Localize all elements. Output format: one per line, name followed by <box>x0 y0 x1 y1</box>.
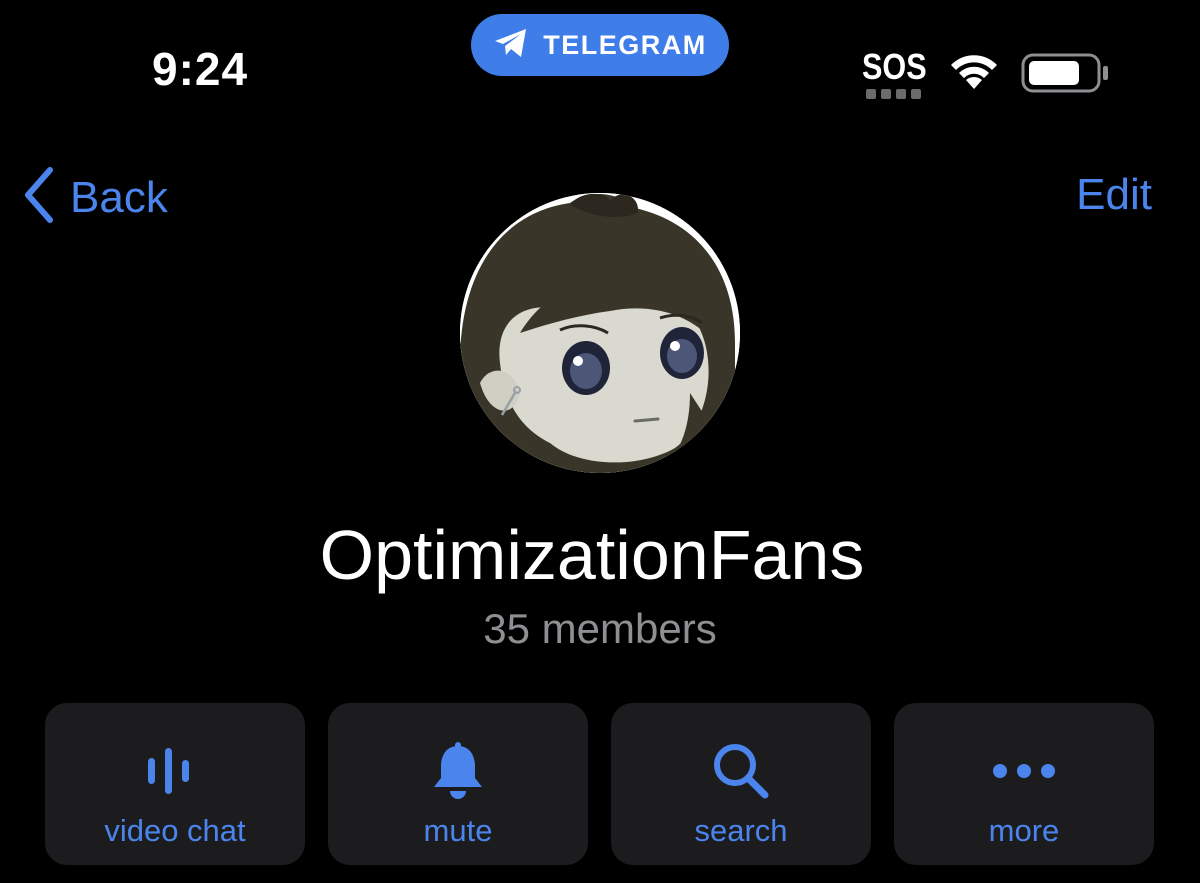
mute-button[interactable]: mute <box>328 703 588 865</box>
group-avatar[interactable] <box>460 193 740 473</box>
edit-button[interactable]: Edit <box>1076 170 1152 220</box>
search-icon <box>711 731 771 811</box>
chevron-left-icon <box>22 166 56 229</box>
back-button[interactable]: Back <box>22 166 168 229</box>
more-button[interactable]: more <box>894 703 1154 865</box>
search-button[interactable]: search <box>611 703 871 865</box>
voice-chat-icon <box>145 731 205 811</box>
action-label: more <box>988 813 1060 848</box>
action-label: search <box>694 813 788 848</box>
member-count: 35 members <box>483 605 717 652</box>
action-row: video chat mute search more <box>45 703 1154 865</box>
app-pill-label: TELEGRAM <box>543 29 707 60</box>
video-chat-button[interactable]: video chat <box>45 703 305 865</box>
back-label: Back <box>70 172 168 222</box>
action-label: video chat <box>104 813 246 848</box>
app-return-pill[interactable]: TELEGRAM <box>471 14 729 76</box>
telegram-plane-icon <box>493 27 529 64</box>
battery-icon <box>1021 52 1111 99</box>
group-name: OptimizationFans <box>319 516 865 594</box>
status-time: 9:24 <box>152 43 249 95</box>
action-label: mute <box>423 813 493 848</box>
wifi-icon <box>946 49 1002 96</box>
bell-icon <box>430 731 486 811</box>
more-dots-icon <box>992 731 1056 811</box>
sos-indicator: SOS <box>862 46 927 87</box>
signal-dots <box>866 89 921 99</box>
